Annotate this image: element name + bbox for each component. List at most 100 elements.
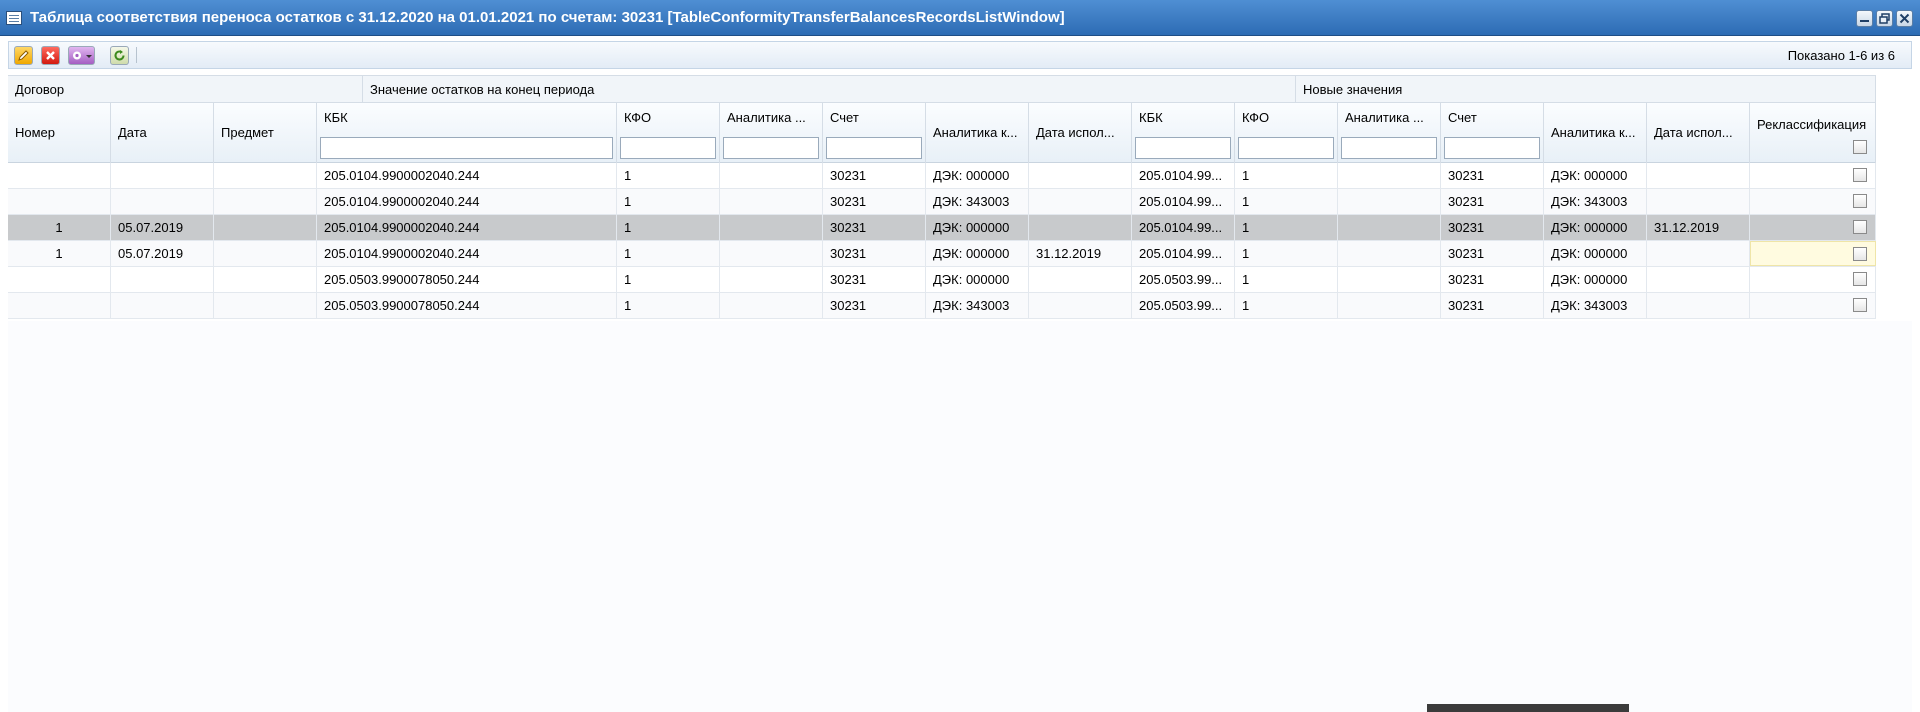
table-cell[interactable]: 05.07.2019 (111, 215, 214, 240)
table-cell[interactable] (1029, 189, 1132, 214)
table-cell[interactable] (720, 267, 823, 292)
column-header-account[interactable]: Счет (823, 103, 926, 163)
table-cell[interactable] (1338, 267, 1441, 292)
column-header-kfo[interactable]: КФО (617, 103, 720, 163)
table-cell[interactable] (111, 163, 214, 188)
table-cell[interactable] (214, 267, 317, 292)
table-cell[interactable]: 205.0104.9900002040.244 (317, 241, 617, 266)
reclassification-checkbox[interactable] (1853, 247, 1867, 261)
table-cell[interactable] (1029, 163, 1132, 188)
column-header-new-analytics-k[interactable]: Аналитика к... (1544, 103, 1647, 163)
table-cell[interactable]: 30231 (823, 163, 926, 188)
table-cell[interactable]: 30231 (1441, 293, 1544, 318)
table-cell[interactable]: ДЭК: 000000 (926, 163, 1029, 188)
table-cell[interactable]: 1 (1235, 189, 1338, 214)
table-cell[interactable]: ДЭК: 000000 (1544, 215, 1647, 240)
table-cell[interactable] (1029, 215, 1132, 240)
table-cell[interactable] (214, 241, 317, 266)
table-cell[interactable]: 30231 (1441, 241, 1544, 266)
table-cell[interactable] (214, 293, 317, 318)
table-cell[interactable] (1338, 189, 1441, 214)
reclassification-checkbox[interactable] (1853, 298, 1867, 312)
table-row[interactable]: 205.0503.9900078050.244 1 30231 ДЭК: 000000… (8, 267, 1876, 293)
table-cell[interactable] (111, 267, 214, 292)
table-cell[interactable]: 30231 (823, 267, 926, 292)
table-cell[interactable]: ДЭК: 000000 (1544, 267, 1647, 292)
filter-input-analytics[interactable] (723, 137, 819, 159)
table-cell[interactable]: 30231 (823, 293, 926, 318)
table-cell[interactable]: 205.0503.9900078050.244 (317, 293, 617, 318)
table-cell[interactable] (720, 163, 823, 188)
table-cell[interactable]: 30231 (1441, 267, 1544, 292)
table-cell[interactable]: 1 (1235, 163, 1338, 188)
table-cell[interactable]: 1 (1235, 241, 1338, 266)
table-cell[interactable]: 1 (1235, 267, 1338, 292)
table-cell[interactable]: 1 (8, 241, 111, 266)
table-cell[interactable] (8, 189, 111, 214)
close-button[interactable] (1896, 10, 1913, 27)
table-cell[interactable]: 205.0104.99... (1132, 215, 1235, 240)
reclassification-checkbox[interactable] (1853, 220, 1867, 234)
column-header-date[interactable]: Дата (111, 103, 214, 163)
table-cell[interactable]: 205.0104.9900002040.244 (317, 215, 617, 240)
column-header-new-kbk[interactable]: КБК (1132, 103, 1235, 163)
table-row[interactable]: 1 05.07.2019 205.0104.9900002040.244 1 30231… (8, 215, 1876, 241)
table-cell[interactable]: 1 (617, 267, 720, 292)
table-cell[interactable] (1647, 189, 1750, 214)
table-cell[interactable]: 1 (617, 189, 720, 214)
column-header-analytics[interactable]: Аналитика ... (720, 103, 823, 163)
table-cell[interactable] (214, 215, 317, 240)
column-header-new-kfo[interactable]: КФО (1235, 103, 1338, 163)
restore-button[interactable] (1876, 10, 1893, 27)
table-cell[interactable] (1338, 215, 1441, 240)
reclassification-checkbox[interactable] (1853, 272, 1867, 286)
table-cell[interactable] (1647, 163, 1750, 188)
table-cell[interactable]: 205.0503.99... (1132, 267, 1235, 292)
column-header-number[interactable]: Номер (8, 103, 111, 163)
table-cell[interactable] (214, 163, 317, 188)
reclassification-checkbox[interactable] (1853, 194, 1867, 208)
table-cell[interactable] (720, 189, 823, 214)
table-cell[interactable]: 30231 (823, 189, 926, 214)
table-row[interactable]: 1 05.07.2019 205.0104.9900002040.244 1 30231… (8, 241, 1876, 267)
table-cell[interactable] (214, 189, 317, 214)
column-header-reclassification[interactable]: Реклассификация (1750, 103, 1876, 163)
table-cell[interactable] (1750, 267, 1876, 292)
table-cell[interactable] (8, 163, 111, 188)
table-cell[interactable]: 30231 (823, 215, 926, 240)
column-header-new-analytics[interactable]: Аналитика ... (1338, 103, 1441, 163)
table-cell[interactable] (720, 293, 823, 318)
table-cell[interactable]: 205.0104.9900002040.244 (317, 189, 617, 214)
table-cell[interactable]: 205.0104.99... (1132, 241, 1235, 266)
delete-button[interactable] (41, 46, 60, 65)
table-cell[interactable]: 205.0104.9900002040.244 (317, 163, 617, 188)
table-cell[interactable] (1750, 215, 1876, 240)
table-cell[interactable]: ДЭК: 000000 (926, 241, 1029, 266)
table-row[interactable]: 205.0503.9900078050.244 1 30231 ДЭК: 343003… (8, 293, 1876, 319)
table-cell[interactable]: 1 (1235, 215, 1338, 240)
table-cell[interactable]: ДЭК: 000000 (1544, 241, 1647, 266)
table-cell[interactable]: 205.0104.99... (1132, 189, 1235, 214)
table-cell[interactable]: 31.12.2019 (1647, 215, 1750, 240)
table-cell[interactable] (1647, 241, 1750, 266)
filter-input-account[interactable] (826, 137, 922, 159)
table-cell[interactable]: 1 (617, 215, 720, 240)
table-cell[interactable] (1647, 267, 1750, 292)
table-cell[interactable] (111, 293, 214, 318)
table-row[interactable]: 205.0104.9900002040.244 1 30231 ДЭК: 343003… (8, 189, 1876, 215)
column-header-new-execution-date[interactable]: Дата испол... (1647, 103, 1750, 163)
table-cell[interactable] (1338, 293, 1441, 318)
table-cell[interactable]: 205.0503.9900078050.244 (317, 267, 617, 292)
table-cell[interactable]: 30231 (823, 241, 926, 266)
table-cell[interactable]: ДЭК: 343003 (1544, 189, 1647, 214)
reclassification-checkbox[interactable] (1853, 168, 1867, 182)
table-cell[interactable] (1750, 163, 1876, 188)
table-cell[interactable]: ДЭК: 000000 (926, 215, 1029, 240)
table-cell[interactable]: 1 (617, 241, 720, 266)
table-cell[interactable] (8, 267, 111, 292)
column-header-subject[interactable]: Предмет (214, 103, 317, 163)
edit-button[interactable] (14, 46, 33, 65)
table-cell[interactable]: 30231 (1441, 189, 1544, 214)
table-cell[interactable]: 30231 (1441, 163, 1544, 188)
table-cell[interactable] (1647, 293, 1750, 318)
